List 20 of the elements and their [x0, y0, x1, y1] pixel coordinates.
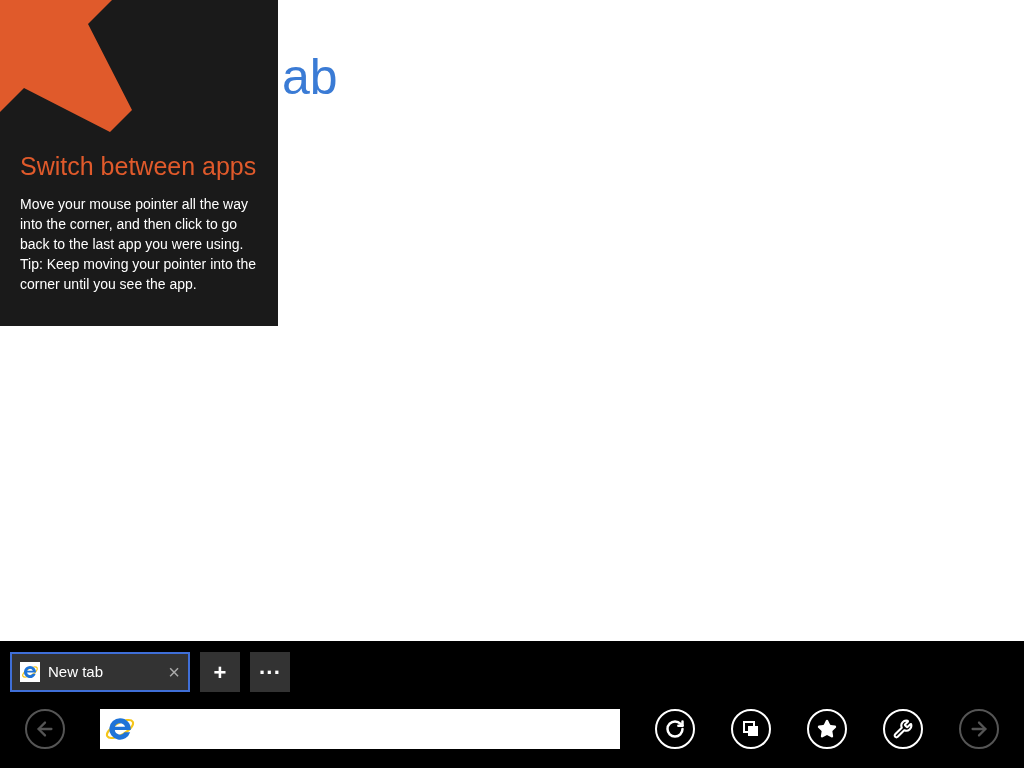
- arrow-icon: [0, 0, 132, 132]
- tools-button[interactable]: [883, 709, 923, 749]
- tab-title: New tab: [48, 661, 105, 682]
- tip-text: Move your mouse pointer all the way into the corner, and then click to go back to the last app you were using.: [20, 194, 249, 254]
- close-tab-button[interactable]: ×: [168, 662, 180, 682]
- star-icon: [817, 719, 837, 739]
- favorites-button[interactable]: [807, 709, 847, 749]
- address-field[interactable]: [100, 709, 620, 749]
- page-heading: ab: [282, 52, 339, 102]
- refresh-button[interactable]: [655, 709, 695, 749]
- refresh-icon: [665, 719, 685, 739]
- tip-hint: Tip: Keep moving your pointer into the corner until you see the app.: [20, 254, 258, 294]
- more-button[interactable]: ···: [250, 652, 290, 692]
- tip-title: Switch between apps: [20, 151, 258, 182]
- two-squares-icon: [742, 720, 760, 738]
- tab[interactable]: New tab ×: [10, 652, 190, 692]
- browser-logo-icon: [21, 663, 39, 681]
- tabs-button[interactable]: [731, 709, 771, 749]
- new-tab-button[interactable]: +: [200, 652, 240, 692]
- wrench-icon: [893, 719, 913, 739]
